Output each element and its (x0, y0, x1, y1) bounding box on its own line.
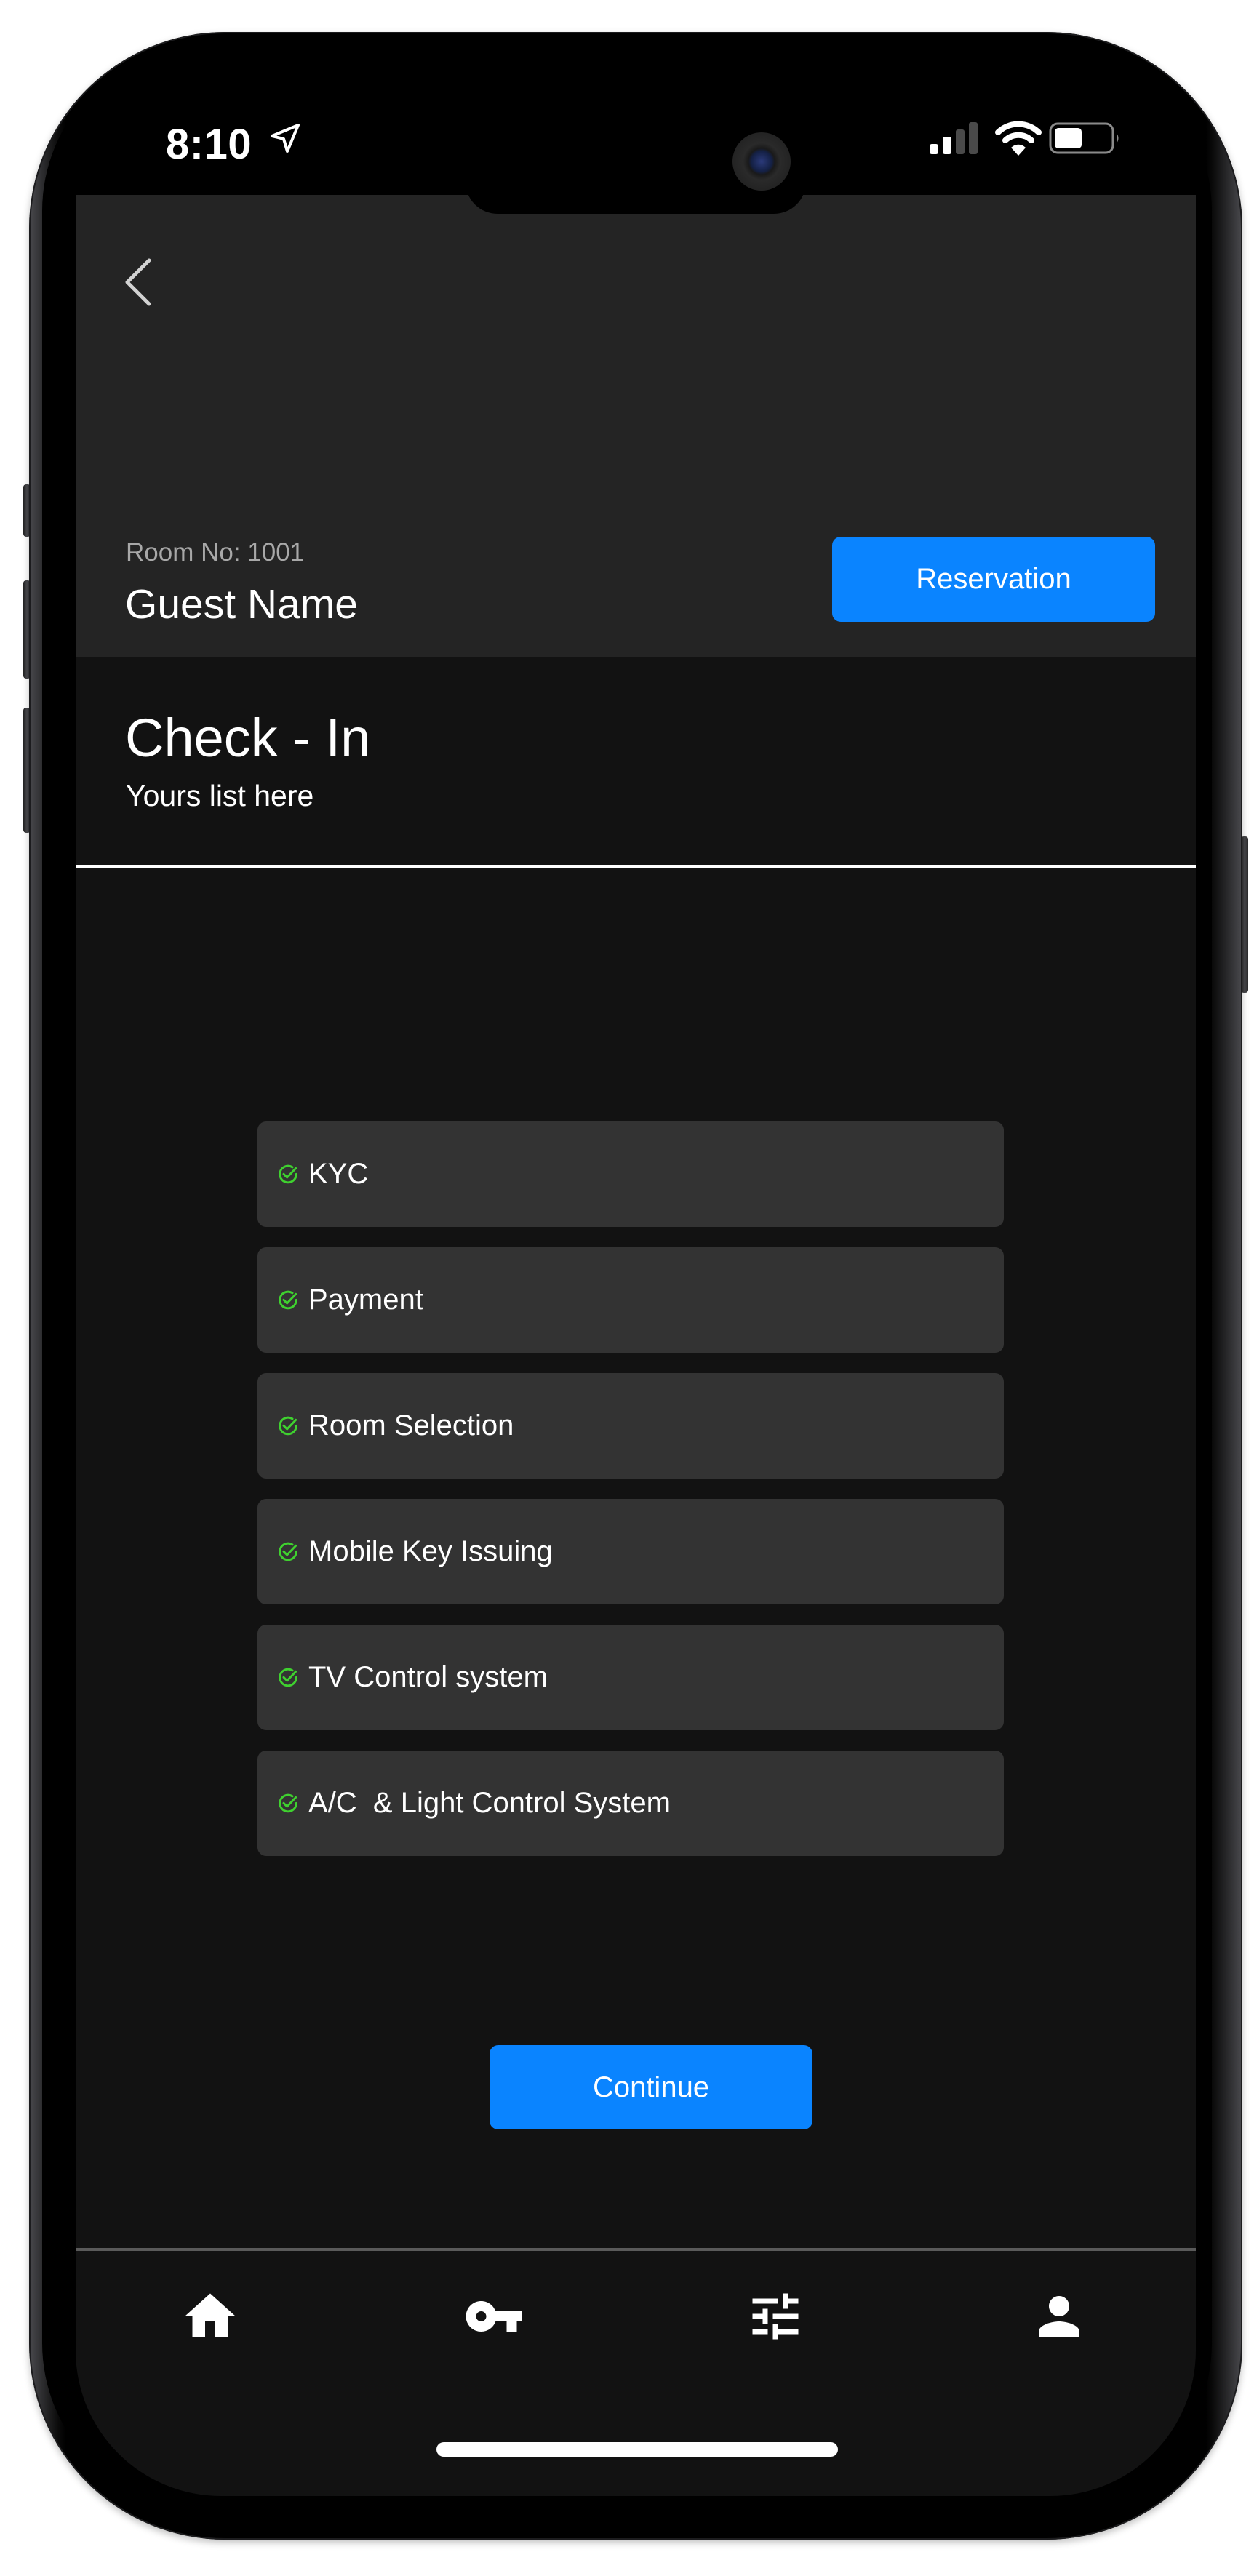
room-number: Room No: 1001 (126, 538, 305, 567)
checklist-item-ac-light-control[interactable]: A/C & Light Control System (257, 1751, 1004, 1856)
back-button[interactable] (116, 253, 159, 311)
status-time: 8:10 (166, 121, 252, 168)
nav-profile[interactable] (1023, 2280, 1095, 2353)
sliders-icon (752, 2293, 799, 2340)
cellular-signal-icon (930, 122, 978, 154)
check-circle-icon (279, 1793, 297, 1812)
section-divider (76, 865, 1196, 868)
checklist-item-label: Payment (308, 1284, 423, 1316)
wifi-icon (995, 121, 1042, 156)
check-circle-icon (279, 1668, 297, 1687)
check-circle-icon (279, 1290, 297, 1309)
nav-key[interactable] (458, 2280, 530, 2353)
check-circle-icon (279, 1416, 297, 1435)
checklist-item-payment[interactable]: Payment (257, 1247, 1004, 1353)
check-circle-icon (279, 1164, 297, 1183)
continue-button[interactable]: Continue (490, 2045, 812, 2129)
checklist-item-tv-control[interactable]: TV Control system (257, 1625, 1004, 1730)
signal-bar (943, 137, 951, 154)
checkin-checklist: KYC Payment Room Selection Mobile Key Is… (257, 1121, 1004, 1876)
checklist-item-room-selection[interactable]: Room Selection (257, 1373, 1004, 1479)
home-indicator[interactable] (436, 2442, 838, 2457)
key-icon (466, 2301, 522, 2332)
checklist-item-label: A/C & Light Control System (308, 1787, 671, 1819)
home-icon (185, 2293, 236, 2337)
guest-header: Room No: 1001 Guest Name Reservation (76, 195, 1196, 657)
signal-bar (956, 129, 965, 154)
status-bar: 8:10 (76, 95, 1196, 195)
checklist-item-mobile-key[interactable]: Mobile Key Issuing (257, 1499, 1004, 1604)
app-screen: Room No: 1001 Guest Name Reservation Che… (76, 195, 1196, 2496)
nav-home[interactable] (174, 2280, 247, 2353)
signal-bar (930, 144, 938, 154)
page-subtitle: Yours list here (126, 779, 314, 812)
checklist-item-label: TV Control system (308, 1661, 548, 1693)
battery-level (1055, 128, 1082, 148)
battery-icon (1049, 122, 1119, 154)
signal-bar (969, 122, 978, 154)
guest-name: Guest Name (125, 581, 358, 628)
bottom-nav (76, 2251, 1196, 2396)
checklist-item-label: Mobile Key Issuing (308, 1535, 553, 1567)
nav-controls[interactable] (739, 2280, 812, 2353)
checklist-item-kyc[interactable]: KYC (257, 1121, 1004, 1227)
check-circle-icon (279, 1542, 297, 1561)
person-icon (1039, 2296, 1079, 2337)
page-title: Check - In (125, 708, 371, 768)
chevron-left-icon (125, 258, 151, 306)
checklist-item-label: Room Selection (308, 1409, 514, 1441)
location-arrow-icon (271, 124, 300, 153)
checklist-item-label: KYC (308, 1158, 369, 1190)
reservation-button[interactable]: Reservation (832, 537, 1155, 622)
front-camera (732, 132, 791, 191)
